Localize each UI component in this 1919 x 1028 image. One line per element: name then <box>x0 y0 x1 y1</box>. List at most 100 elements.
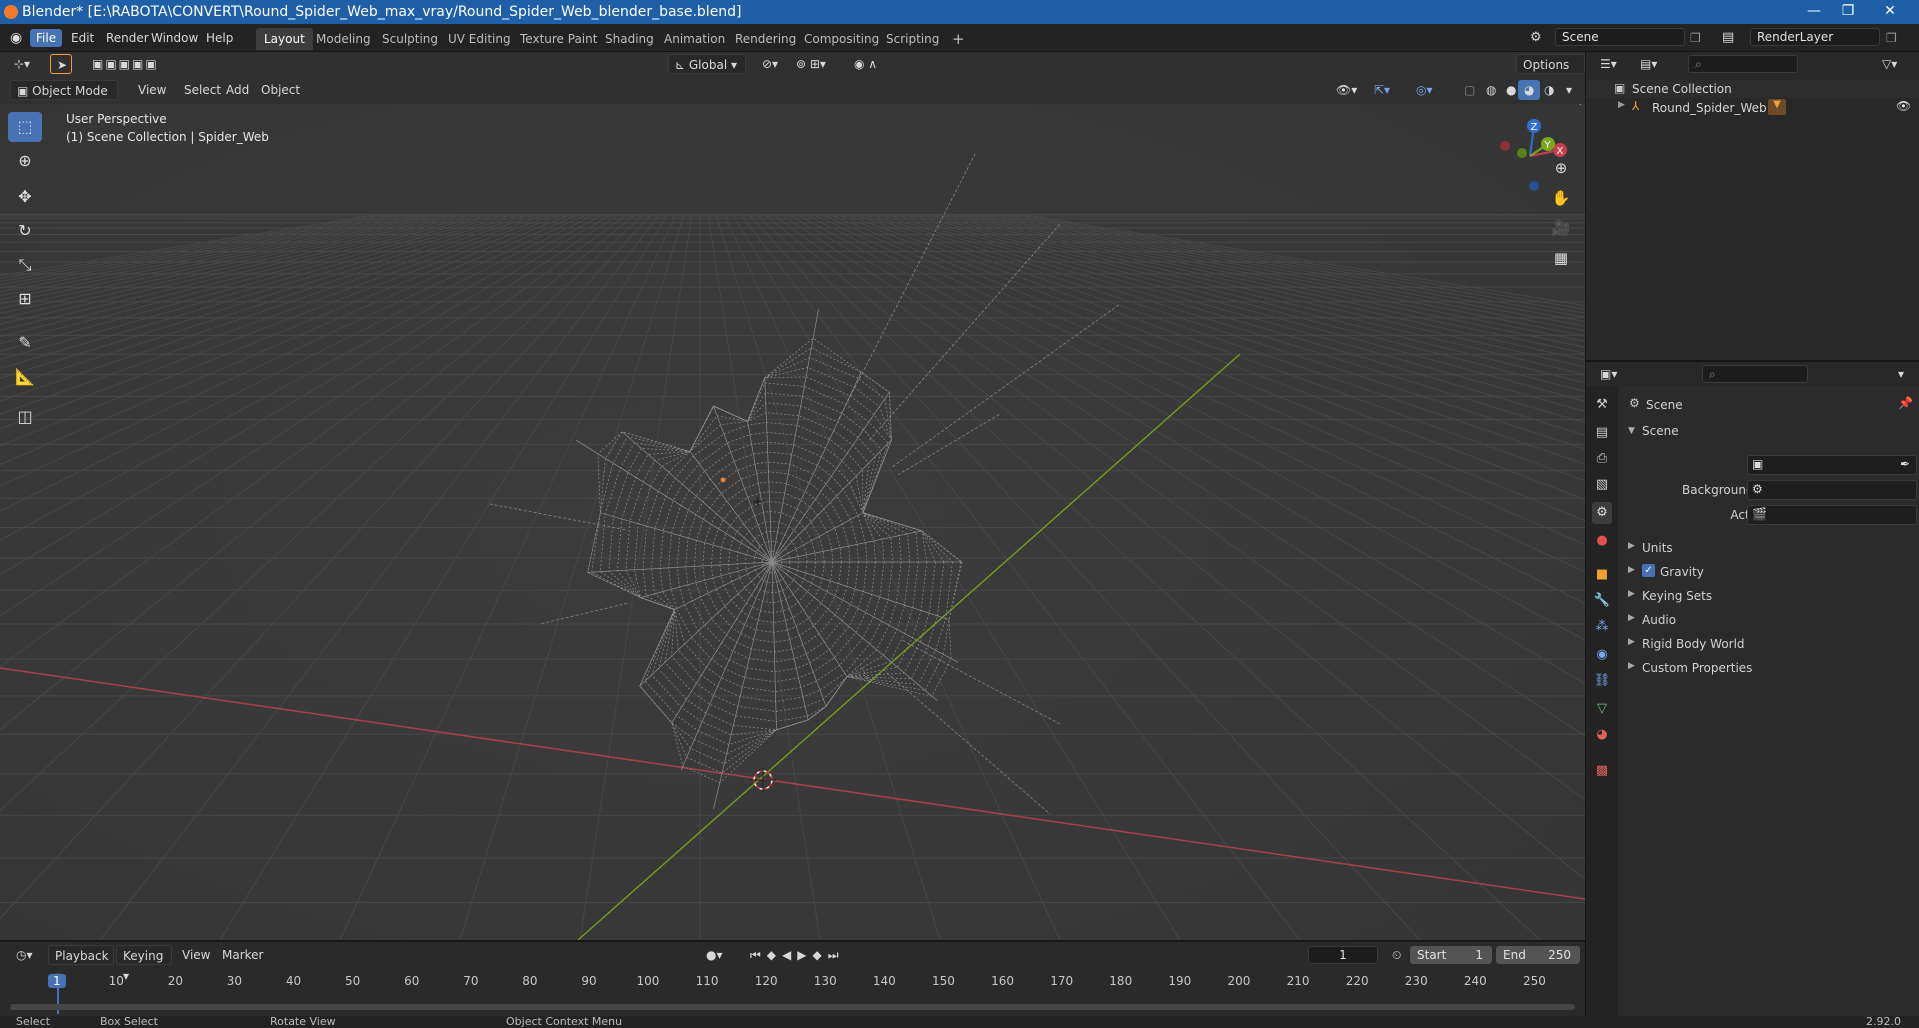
add-workspace-button[interactable]: + <box>944 28 973 50</box>
scene-icon[interactable]: ⚙ <box>1524 29 1548 47</box>
properties-editor-icon[interactable]: ▣▾ <box>1594 364 1623 384</box>
menu-object[interactable]: Object <box>255 80 306 100</box>
texture-tab-icon[interactable]: ▩ <box>1592 760 1612 782</box>
measure-tool-icon[interactable]: 📐 <box>8 362 42 392</box>
menu-add[interactable]: Add <box>220 80 255 100</box>
add-cube-tool-icon[interactable]: ◫ <box>8 402 42 432</box>
gizmo-neg-y-handle[interactable] <box>1517 148 1527 158</box>
select-tool-icon[interactable]: ➤ <box>50 54 72 74</box>
camera-field[interactable]: ▣ ✒ <box>1747 455 1917 475</box>
maximize-button[interactable]: ❐ <box>1831 0 1865 24</box>
tab-texture-paint[interactable]: Texture Paint <box>512 28 605 50</box>
background-scene-field[interactable]: ⚙ <box>1747 480 1917 500</box>
material-tab-icon[interactable]: ◕ <box>1592 724 1612 746</box>
timeline-scrollbar[interactable] <box>10 1004 1575 1010</box>
scene-name-field[interactable]: Scene <box>1555 28 1685 46</box>
properties-options-icon[interactable]: ▾ <box>1892 364 1910 384</box>
render-layer-field[interactable]: RenderLayer <box>1750 28 1880 46</box>
tab-rendering[interactable]: Rendering <box>727 28 804 50</box>
orientation-dropdown[interactable]: ⊾ Global ▾ <box>668 54 746 74</box>
tab-sculpting[interactable]: Sculpting <box>374 28 446 50</box>
scene-tab-icon[interactable]: ⚙ <box>1592 502 1612 524</box>
tab-uv-editing[interactable]: UV Editing <box>440 28 519 50</box>
mode-dropdown[interactable]: ▣ Object Mode ▾ <box>10 80 118 118</box>
visibility-icon[interactable]: 👁▾ <box>1330 80 1363 100</box>
view-layer-icon[interactable]: ▤ <box>1716 29 1740 47</box>
scene-panel-header[interactable]: Scene <box>1642 424 1679 438</box>
shading-rendered-icon[interactable]: ◑ <box>1538 80 1560 100</box>
selection-mode-icons[interactable]: ▣▣▣▣▣ <box>86 54 165 74</box>
active-clip-field[interactable]: 🎬 <box>1747 505 1917 525</box>
outliner-editor-icon[interactable]: ☰▾ <box>1594 54 1623 74</box>
scene-panel-arrow-icon[interactable]: ▼ <box>1628 426 1635 436</box>
tab-shading[interactable]: Shading <box>597 28 662 50</box>
tab-animation[interactable]: Animation <box>656 28 733 50</box>
tab-layout[interactable]: Layout <box>256 28 313 50</box>
snap-icon[interactable]: ⊚ ⊞▾ <box>790 54 832 74</box>
render-tab-icon[interactable]: ▤ <box>1592 422 1612 444</box>
editor-type-icon[interactable]: ⊹▾ <box>8 54 36 74</box>
scale-tool-icon[interactable]: ⤡ <box>8 250 42 280</box>
gravity-checkbox[interactable]: ✓ <box>1642 564 1655 577</box>
minimize-button[interactable]: — <box>1797 0 1831 24</box>
expand-arrow-icon[interactable]: ▶ <box>1618 100 1625 110</box>
physics-tab-icon[interactable]: ◉ <box>1592 644 1612 666</box>
menu-view[interactable]: View <box>132 80 172 100</box>
select-box-tool-icon[interactable]: ⬚ <box>8 112 42 142</box>
cursor-tool-icon[interactable]: ⊕ <box>8 146 42 176</box>
panel-rigid-body-world[interactable]: ▶ Rigid Body World <box>1622 634 1918 654</box>
panel-gravity[interactable]: ▶ ✓ Gravity <box>1622 562 1918 582</box>
rotate-tool-icon[interactable]: ↻ <box>8 216 42 246</box>
camera-view-icon[interactable]: 🎥 <box>1547 214 1575 242</box>
pivot-icon[interactable]: ⊘▾ <box>756 54 784 74</box>
pan-hand-icon[interactable]: ✋ <box>1547 184 1575 212</box>
annotate-tool-icon[interactable]: ✎ <box>8 328 42 358</box>
panel-units[interactable]: ▶ Units <box>1622 538 1918 558</box>
constraints-tab-icon[interactable]: ⛓ <box>1592 670 1612 692</box>
menu-help[interactable]: Help <box>200 29 239 47</box>
menu-file[interactable]: File <box>30 29 63 47</box>
xray-icon[interactable]: ▢ <box>1458 80 1481 100</box>
outliner-row-object[interactable]: ▶ ⅄ Round_Spider_Web ▼ 👁 <box>1586 98 1919 118</box>
tool-tab-icon[interactable]: ⚒ <box>1592 394 1612 416</box>
panel-custom-properties[interactable]: ▶ Custom Properties <box>1622 658 1918 678</box>
filter-icon[interactable]: ▽▾ <box>1876 54 1903 74</box>
overlay-toggle-icon[interactable]: ◎▾ <box>1410 80 1439 100</box>
proportional-edit-icon[interactable]: ◉ ∧ <box>848 54 883 74</box>
blender-menu-icon[interactable]: ◉ <box>4 29 28 47</box>
gizmo-toggle-icon[interactable]: ⇱▾ <box>1368 80 1396 100</box>
properties-search-input[interactable]: ⌕ <box>1702 365 1808 383</box>
data-tab-icon[interactable]: ▽ <box>1592 698 1612 720</box>
outliner-row-collection[interactable]: ▣ Scene Collection <box>1586 80 1919 98</box>
modifier-tab-icon[interactable]: 🔧 <box>1592 590 1612 612</box>
world-tab-icon[interactable]: ● <box>1592 530 1612 552</box>
output-tab-icon[interactable]: ⎙ <box>1592 448 1612 470</box>
options-dropdown[interactable]: Options ▾ <box>1516 54 1585 92</box>
outliner-search-input[interactable]: ⌕ <box>1688 55 1798 73</box>
shading-options-icon[interactable]: ▾ <box>1560 80 1578 100</box>
eyedropper-icon[interactable]: ✒ <box>1900 457 1910 471</box>
tab-modeling[interactable]: Modeling <box>308 28 379 50</box>
move-tool-icon[interactable]: ✥ <box>8 182 42 212</box>
sidebar-toggle-icon[interactable]: ‹ <box>1578 104 1582 109</box>
tab-compositing[interactable]: Compositing <box>796 28 887 50</box>
menu-window[interactable]: Window <box>145 29 204 47</box>
display-mode-icon[interactable]: ▤▾ <box>1634 54 1663 74</box>
transform-tool-icon[interactable]: ⊞ <box>8 284 42 314</box>
playhead-line[interactable] <box>57 988 59 1014</box>
zoom-icon[interactable]: ⊕ <box>1547 154 1575 182</box>
pin-icon[interactable]: 📌 <box>1898 396 1913 410</box>
new-layer-icon[interactable]: ❐ <box>1880 29 1903 47</box>
new-scene-icon[interactable]: ❐ <box>1684 29 1707 47</box>
visibility-eye-icon[interactable]: 👁 <box>1896 99 1911 113</box>
panel-keying-sets[interactable]: ▶ Keying Sets <box>1622 586 1918 606</box>
panel-audio[interactable]: ▶ Audio <box>1622 610 1918 630</box>
particles-tab-icon[interactable]: ⁂ <box>1592 616 1612 638</box>
gizmo-neg-z-handle[interactable] <box>1529 181 1539 191</box>
3d-viewport[interactable]: + User Perspective (1) Scene Collection … <box>0 104 1585 940</box>
tab-scripting[interactable]: Scripting <box>878 28 947 50</box>
gizmo-neg-x-handle[interactable] <box>1500 141 1510 151</box>
menu-edit[interactable]: Edit <box>65 29 100 47</box>
object-tab-icon[interactable]: ■ <box>1592 564 1612 586</box>
ortho-toggle-icon[interactable]: ▦ <box>1547 244 1575 272</box>
